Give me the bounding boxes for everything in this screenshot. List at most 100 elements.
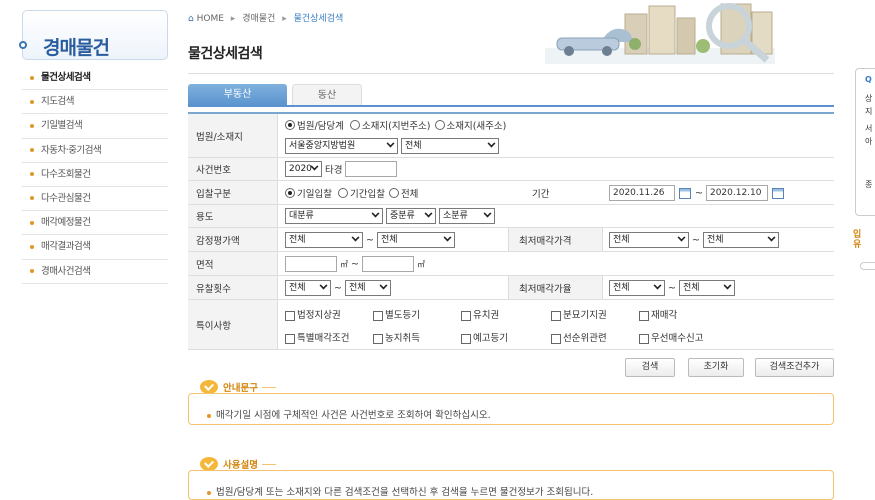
area-to-input[interactable] <box>361 256 414 272</box>
case-number-label: 사건번호 <box>188 158 278 180</box>
page-title: 물건상세검색 <box>188 46 263 62</box>
min-rate-from-select[interactable]: 전체 <box>609 280 665 296</box>
sidebar-item-case-search[interactable]: 경매사건검색 <box>22 260 168 284</box>
quick-menu-panel[interactable]: Q 상 지 서 아 종 <box>855 68 875 216</box>
breadcrumb: ⌂ HOME ▸ 경매물건 ▸ 물건상세검색 <box>188 11 343 24</box>
fail-count-to-select[interactable]: 전체 <box>344 280 391 296</box>
special-option[interactable]: 특별매각조건 <box>285 330 373 344</box>
search-form: 법원/소재지 법원/담당계 소재지(지번주소) 소재지(새주소) 서울중앙지방법… <box>188 112 834 350</box>
area-from-input[interactable] <box>285 256 337 272</box>
period-bid-radio[interactable] <box>337 188 348 198</box>
sidebar-item-most-interest[interactable]: 다수관심물건 <box>22 187 168 212</box>
quick-menu-item[interactable]: 상 <box>865 92 875 105</box>
min-price-from-select[interactable]: 전체 <box>609 232 689 248</box>
checkbox[interactable] <box>639 333 649 344</box>
breadcrumb-home[interactable]: HOME <box>197 14 224 24</box>
min-rate-to-select[interactable]: 전체 <box>678 280 735 296</box>
fail-count-from-select[interactable]: 전체 <box>285 280 331 296</box>
special-option[interactable]: 농지취득 <box>373 330 461 344</box>
lot-address-radio[interactable] <box>349 120 360 130</box>
dept-select[interactable]: 전체 <box>401 138 499 154</box>
appraisal-row: 감정평가액 전체 ~ 전체 최저매각가격 전체 ~ 전체 <box>188 228 834 252</box>
bullet-icon <box>30 172 34 177</box>
checkbox[interactable] <box>639 310 649 321</box>
sidebar-item-sale-result[interactable]: 매각결과검색 <box>22 235 168 260</box>
special-option[interactable]: 분묘기지권 <box>551 307 639 321</box>
fail-count-row: 유찰횟수 전체 ~ 전체 최저매각가율 전체 ~ 전체 <box>188 276 834 300</box>
tab-realestate[interactable]: 부동산 <box>188 84 287 106</box>
sidebar-item-map-search[interactable]: 지도검색 <box>22 90 168 115</box>
min-price-to-select[interactable]: 전체 <box>702 232 779 248</box>
special-option[interactable]: 예고등기 <box>461 330 551 344</box>
special-option-label: 재매각 <box>651 310 678 321</box>
sidebar-item-upcoming-sale[interactable]: 매각예정물건 <box>22 211 168 236</box>
area-unit: ㎡ <box>340 259 348 269</box>
appraisal-from-select[interactable]: 전체 <box>285 232 363 248</box>
lot-address-radio-label: 소재지(지번주소) <box>361 121 431 132</box>
checkbox[interactable] <box>551 333 561 344</box>
sidebar-item-label: 지도검색 <box>41 96 74 108</box>
usage-major-value: 대분류 <box>289 211 314 221</box>
special-option-label: 별도등기 <box>385 310 420 321</box>
sidebar-item-most-viewed[interactable]: 다수조회물건 <box>22 163 168 187</box>
checkbox[interactable] <box>551 310 561 321</box>
usage-middle-select[interactable]: 중분류 <box>386 208 436 224</box>
usage-minor-select[interactable]: 소분류 <box>439 208 495 224</box>
checkbox[interactable] <box>461 333 471 344</box>
date-bid-radio-label: 기일입찰 <box>297 189 332 200</box>
quick-menu-item[interactable]: 지 <box>865 105 875 118</box>
date-bid-radio[interactable] <box>285 188 295 198</box>
quick-menu-item[interactable]: 아 <box>865 135 875 148</box>
sidebar-item-vehicle-search[interactable]: 자동차·중기검색 <box>22 139 168 163</box>
bullet-icon <box>207 490 211 495</box>
special-row1: 법정지상권 별도등기 유치권 분묘기지권 재매각 <box>285 307 677 321</box>
sidebar-item-detail-search[interactable]: 물건상세검색 <box>22 66 168 91</box>
header-illustration <box>545 3 775 64</box>
add-condition-button[interactable]: 검색조건추가 <box>755 358 834 377</box>
checkbox[interactable] <box>285 333 295 344</box>
sidebar-item-date-search[interactable]: 기일별검색 <box>22 114 168 139</box>
usage-guide-text: 법원/담당계 또는 소재지와 다른 검색조건을 선택하신 후 검색을 누르면 물… <box>216 487 594 498</box>
breadcrumb-current: 물건상세검색 <box>293 14 344 24</box>
search-button[interactable]: 검색 <box>625 358 675 377</box>
special-option[interactable]: 법정지상권 <box>285 307 373 321</box>
checkbox[interactable] <box>285 310 295 321</box>
quick-menu-item[interactable]: 서 <box>865 122 875 135</box>
date-to-input[interactable]: 2020.12.10 <box>705 185 768 201</box>
tab-movable[interactable]: 동산 <box>292 84 362 106</box>
special-option[interactable]: 재매각 <box>639 307 677 321</box>
special-option[interactable]: 우선매수신고 <box>639 330 703 344</box>
checkbox[interactable] <box>373 333 383 344</box>
appraisal-to-select[interactable]: 전체 <box>376 232 455 248</box>
special-option[interactable]: 선순위관련 <box>551 330 639 344</box>
checkbox[interactable] <box>461 310 471 321</box>
sidebar-title-bullet-icon <box>19 41 27 49</box>
special-option-label: 우선매수신고 <box>651 333 704 344</box>
calendar-icon[interactable] <box>771 187 784 199</box>
quick-top-button[interactable] <box>860 262 875 270</box>
special-option[interactable]: 유치권 <box>461 307 551 321</box>
calendar-icon[interactable] <box>679 187 691 199</box>
all-bid-radio[interactable] <box>388 188 399 198</box>
case-number-input[interactable] <box>345 161 398 177</box>
special-option[interactable]: 별도등기 <box>373 307 461 321</box>
period-bid-radio-label: 기간입찰 <box>349 189 385 200</box>
court-selects: 서울중앙지방법원 전체 <box>285 138 499 154</box>
chevron-down-icon <box>677 233 686 242</box>
court-radio[interactable] <box>285 120 295 130</box>
reset-button[interactable]: 초기화 <box>688 358 744 377</box>
usage-major-select[interactable]: 대분류 <box>285 208 383 224</box>
breadcrumb-level1[interactable]: 경매물건 <box>242 14 275 24</box>
special-option-label: 특별매각조건 <box>297 333 350 344</box>
min-price-to-value: 전체 <box>706 235 724 245</box>
quick-promo[interactable]: 입 유 <box>853 230 861 250</box>
min-rate-to-value: 전체 <box>682 283 700 293</box>
road-address-radio-label: 소재지(새주소) <box>446 121 507 132</box>
court-select[interactable]: 서울중앙지방법원 <box>285 138 398 154</box>
road-address-radio[interactable] <box>434 120 445 130</box>
checkbox[interactable] <box>373 310 383 321</box>
date-from-input[interactable]: 2020.11.26 <box>609 185 675 201</box>
case-year-select[interactable]: 2020 <box>285 161 322 177</box>
quick-menu-item[interactable]: 종 <box>865 178 875 191</box>
bullet-icon <box>30 75 34 80</box>
